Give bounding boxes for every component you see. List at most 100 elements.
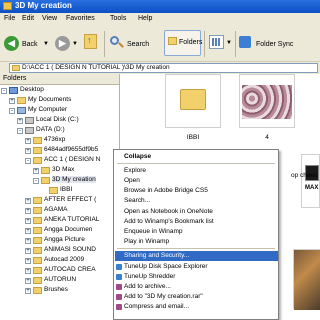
menu-separator xyxy=(117,163,275,164)
item-caption-ibbi: IBBI xyxy=(186,134,200,141)
folders-pane-title: Folders xyxy=(3,75,27,82)
folder-icon xyxy=(33,217,42,224)
menu-edit[interactable]: Edit xyxy=(22,15,34,22)
forward-dropdown-icon[interactable]: ▼ xyxy=(72,41,78,47)
menu-item-explore[interactable]: Explore xyxy=(115,166,278,176)
menu-item-collapse[interactable]: Collapse xyxy=(115,152,278,162)
folder-sync-label[interactable]: Folder Sync xyxy=(256,41,293,48)
views-button[interactable] xyxy=(209,35,224,49)
folder-icon xyxy=(3,2,12,10)
expand-icon[interactable]: + xyxy=(17,118,23,124)
folder-icon xyxy=(33,147,42,154)
expand-icon[interactable]: + xyxy=(25,288,31,294)
toolbar-separator xyxy=(204,31,205,57)
folder-icon xyxy=(33,227,42,234)
toolbar: ◀ Back ▼ ▶ ▼ ↑ Search Folders ▼ Folder S… xyxy=(0,25,320,62)
search-button[interactable] xyxy=(110,36,124,50)
window-title-bar: 3D My creation xyxy=(0,0,320,13)
menu-item-open[interactable]: Open xyxy=(115,176,278,186)
address-path: D:\ACC 1 ( DESIGN N TUTORIAL )\3D My cre… xyxy=(22,64,170,71)
collapse-icon[interactable]: - xyxy=(9,108,15,114)
folder-icon xyxy=(180,89,206,110)
expand-icon[interactable]: + xyxy=(9,98,15,104)
folder-up-button[interactable]: ↑ xyxy=(84,34,97,49)
winrar-icon xyxy=(116,304,122,310)
views-dropdown-icon[interactable]: ▼ xyxy=(226,40,232,46)
folder-icon xyxy=(33,257,42,264)
file-thumbnail-partial[interactable]: MAX xyxy=(301,154,320,208)
views-icon xyxy=(212,38,221,46)
drive-icon xyxy=(25,127,34,134)
marble-texture-image xyxy=(242,85,292,119)
render-thumbnail-partial[interactable] xyxy=(293,249,320,310)
menu-bar: File Edit View Favorites Tools Help xyxy=(0,13,320,25)
expand-icon[interactable]: + xyxy=(25,218,31,224)
back-dropdown-icon[interactable]: ▼ xyxy=(43,41,49,47)
menu-item-play-winamp[interactable]: Play in Winamp xyxy=(115,237,278,247)
expand-icon[interactable]: + xyxy=(25,228,31,234)
up-arrow-icon: ↑ xyxy=(87,35,92,45)
back-button[interactable]: ◀ xyxy=(4,36,19,51)
menu-item-open-onenote[interactable]: Open as Notebook in OneNote xyxy=(115,207,278,217)
folder-icon xyxy=(33,267,42,274)
folders-button[interactable]: Folders xyxy=(164,30,203,56)
expand-icon[interactable]: + xyxy=(25,248,31,254)
folder-icon xyxy=(33,247,42,254)
expand-icon[interactable]: + xyxy=(25,238,31,244)
folder-icon xyxy=(33,197,42,204)
address-field[interactable]: D:\ACC 1 ( DESIGN N TUTORIAL )\3D My cre… xyxy=(9,63,318,73)
expand-icon[interactable]: + xyxy=(25,138,31,144)
back-label: Back xyxy=(22,41,38,48)
shredder-icon xyxy=(116,274,122,280)
folder-icon xyxy=(33,237,42,244)
menu-item-browse-adobe-bridge[interactable]: Browse in Adobe Bridge CS5 xyxy=(115,186,278,196)
menu-item-compress-email[interactable]: Compress and email... xyxy=(115,302,278,312)
collapse-icon[interactable]: - xyxy=(17,128,23,134)
menu-help[interactable]: Help xyxy=(138,15,152,22)
folders-icon xyxy=(168,37,177,45)
expand-icon[interactable]: + xyxy=(25,208,31,214)
expand-icon[interactable]: + xyxy=(25,278,31,284)
expand-icon[interactable]: + xyxy=(25,268,31,274)
folders-pane-header: Folders xyxy=(0,74,119,85)
menu-item-enqueue-winamp[interactable]: Enqueue in Winamp xyxy=(115,227,278,237)
menu-view[interactable]: View xyxy=(42,15,57,22)
menu-favorites[interactable]: Favorites xyxy=(66,15,95,22)
search-label[interactable]: Search xyxy=(127,41,149,48)
menu-item-tuneup-disk-space[interactable]: TuneUp Disk Space Explorer xyxy=(115,262,278,272)
menu-item-sharing-security[interactable]: Sharing and Security... xyxy=(115,251,278,261)
forward-button[interactable]: ▶ xyxy=(55,36,70,51)
item-caption-4: 4 xyxy=(265,134,269,141)
expand-icon[interactable]: + xyxy=(25,148,31,154)
image-thumbnail-4[interactable] xyxy=(239,74,295,128)
max-badge: MAX xyxy=(305,185,319,191)
folder-open-icon xyxy=(41,177,50,184)
menu-separator xyxy=(117,248,275,249)
forward-arrow-icon: ▶ xyxy=(59,38,66,48)
winrar-icon xyxy=(116,284,122,290)
drive-icon xyxy=(25,117,34,124)
expand-icon[interactable]: + xyxy=(25,258,31,264)
menu-item-search[interactable]: Search... xyxy=(115,196,278,206)
folder-icon xyxy=(33,157,42,164)
toolbar-separator xyxy=(235,31,236,57)
item-caption-partial: op chees xyxy=(291,172,318,179)
folder-icon xyxy=(33,277,42,284)
folder-icon xyxy=(33,287,42,294)
collapse-icon[interactable]: - xyxy=(33,178,39,184)
menu-item-tuneup-shredder[interactable]: TuneUp Shredder xyxy=(115,272,278,282)
collapse-icon[interactable]: - xyxy=(25,158,31,164)
menu-tools[interactable]: Tools xyxy=(110,15,126,22)
expand-icon[interactable]: + xyxy=(33,168,39,174)
expand-icon[interactable]: + xyxy=(25,198,31,204)
menu-item-add-to-archive[interactable]: Add to archive... xyxy=(115,282,278,292)
toolbar-separator xyxy=(104,31,105,57)
folders-label: Folders xyxy=(179,39,203,46)
folder-thumbnail-ibbi[interactable] xyxy=(165,74,221,128)
folder-sync-button[interactable] xyxy=(239,36,253,49)
menu-item-add-to-rar[interactable]: Add to "3D My creation.rar" xyxy=(115,292,278,302)
collapse-icon[interactable]: - xyxy=(1,88,7,94)
menu-item-winamp-bookmark[interactable]: Add to Winamp's Bookmark list xyxy=(115,217,278,227)
address-bar: D:\ACC 1 ( DESIGN N TUTORIAL )\3D My cre… xyxy=(0,62,320,74)
menu-file[interactable]: File xyxy=(4,15,15,22)
